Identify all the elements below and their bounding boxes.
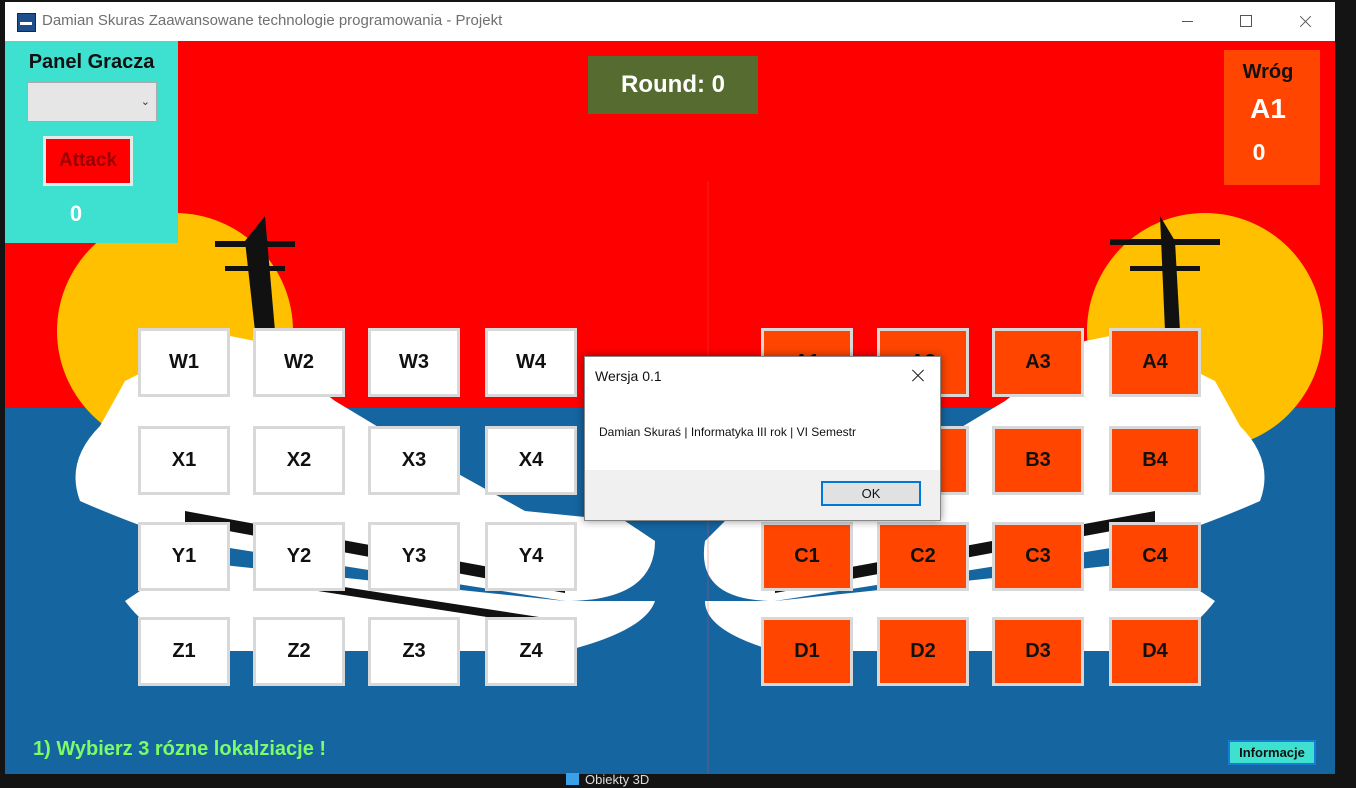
chevron-down-icon: ⌄: [140, 96, 150, 108]
folder-icon: [566, 773, 579, 785]
player-cell-w4[interactable]: W4: [485, 328, 577, 397]
enemy-cell-d1[interactable]: D1: [761, 617, 853, 686]
player-score: 0: [69, 201, 83, 226]
window-title: Damian Skuras Zaawansowane technologie p…: [42, 12, 503, 29]
enemy-cell-d4[interactable]: D4: [1109, 617, 1201, 686]
player-panel-title: Panel Gracza: [28, 51, 155, 73]
player-cell-x3[interactable]: X3: [368, 426, 460, 495]
attack-button[interactable]: Attack: [43, 136, 133, 186]
player-cell-z3[interactable]: Z3: [368, 617, 460, 686]
player-cell-z2[interactable]: Z2: [253, 617, 345, 686]
player-cell-y3[interactable]: Y3: [368, 522, 460, 591]
location-select[interactable]: ⌄: [27, 82, 157, 122]
dialog-title: Wersja 0.1: [595, 368, 662, 384]
informacje-button[interactable]: Informacje: [1228, 740, 1316, 765]
ok-button[interactable]: OK: [821, 481, 921, 506]
maximize-button[interactable]: [1217, 2, 1275, 41]
title-bar[interactable]: Damian Skuras Zaawansowane technologie p…: [5, 2, 1335, 41]
close-button[interactable]: [1276, 2, 1334, 41]
enemy-cell-d2[interactable]: D2: [877, 617, 969, 686]
player-cell-y4[interactable]: Y4: [485, 522, 577, 591]
taskbar-item-3d-objects[interactable]: Obiekty 3D: [566, 772, 649, 788]
enemy-cell-c4[interactable]: C4: [1109, 522, 1201, 591]
enemy-cell-a3[interactable]: A3: [992, 328, 1084, 397]
enemy-cell-a4[interactable]: A4: [1109, 328, 1201, 397]
player-cell-z4[interactable]: Z4: [485, 617, 577, 686]
instruction-text: 1) Wybierz 3 rózne lokalziacje !: [33, 738, 327, 760]
minimize-button[interactable]: [1158, 2, 1216, 41]
enemy-cell-c3[interactable]: C3: [992, 522, 1084, 591]
app-icon: [17, 13, 36, 32]
close-icon[interactable]: [911, 368, 925, 382]
player-cell-x4[interactable]: X4: [485, 426, 577, 495]
player-panel: Panel Gracza ⌄ Attack 0: [5, 41, 178, 243]
player-cell-y1[interactable]: Y1: [138, 522, 230, 591]
enemy-cell-c2[interactable]: C2: [877, 522, 969, 591]
player-cell-x1[interactable]: X1: [138, 426, 230, 495]
enemy-panel-title: Wróg: [1242, 61, 1294, 83]
player-cell-w1[interactable]: W1: [138, 328, 230, 397]
player-cell-z1[interactable]: Z1: [138, 617, 230, 686]
enemy-score: 0: [1252, 139, 1266, 165]
player-cell-w2[interactable]: W2: [253, 328, 345, 397]
about-dialog: Wersja 0.1 Damian Skuraś | Informatyka I…: [584, 356, 941, 521]
enemy-cell-c1[interactable]: C1: [761, 522, 853, 591]
player-cell-x2[interactable]: X2: [253, 426, 345, 495]
enemy-cell-d3[interactable]: D3: [992, 617, 1084, 686]
taskbar-item-label: Obiekty 3D: [585, 772, 650, 787]
enemy-cell-b3[interactable]: B3: [992, 426, 1084, 495]
player-cell-w3[interactable]: W3: [368, 328, 460, 397]
dialog-footer: OK: [585, 470, 940, 520]
enemy-cell-b4[interactable]: B4: [1109, 426, 1201, 495]
dialog-message: Damian Skuraś | Informatyka III rok | VI…: [599, 425, 856, 439]
player-cell-y2[interactable]: Y2: [253, 522, 345, 591]
round-label: Round: 0: [588, 56, 758, 114]
enemy-target: A1: [1250, 93, 1286, 124]
enemy-panel: Wróg A1 0: [1224, 50, 1320, 185]
